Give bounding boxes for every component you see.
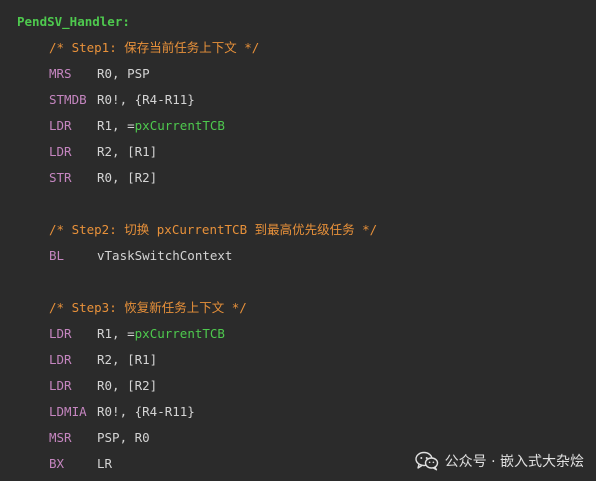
code-line-blank-1	[0, 191, 596, 217]
code-line-ldr-2: LDR R2, [R1]	[0, 139, 596, 165]
code-line-msr: MSR PSP, R0	[0, 425, 596, 451]
symbol: pxCurrentTCB	[134, 326, 225, 341]
opcode: LDR	[49, 378, 72, 393]
operands: R0, [R2]	[97, 378, 158, 393]
operands: R1, =	[97, 326, 135, 341]
step2-comment: /* Step2: 切换 pxCurrentTCB 到最高优先级任务 */	[49, 222, 378, 237]
code-line-bl: BL vTaskSwitchContext	[0, 243, 596, 269]
symbol: pxCurrentTCB	[134, 118, 225, 133]
code-line-ldr-3: LDR R1, =pxCurrentTCB	[0, 321, 596, 347]
opcode: LDR	[49, 118, 72, 133]
code-line-stmdb: STMDB R0!, {R4-R11}	[0, 87, 596, 113]
operands: LR	[97, 456, 113, 471]
code-block: PendSV_Handler: /* Step1: 保存当前任务上下文 */ M…	[0, 0, 596, 481]
opcode: MSR	[49, 430, 72, 445]
opcode: BL	[49, 248, 65, 263]
operands: PSP, R0	[97, 430, 150, 445]
code-line-ldmia: LDMIA R0!, {R4-R11}	[0, 399, 596, 425]
opcode: STR	[49, 170, 72, 185]
operands: R0, [R2]	[97, 170, 158, 185]
code-line-label: PendSV_Handler:	[0, 9, 596, 35]
code-line-ldr-5: LDR R0, [R2]	[0, 373, 596, 399]
step1-comment: /* Step1: 保存当前任务上下文 */	[49, 40, 260, 55]
code-line-comment-step1: /* Step1: 保存当前任务上下文 */	[0, 35, 596, 61]
code-line-ldr-1: LDR R1, =pxCurrentTCB	[0, 113, 596, 139]
operands: R2, [R1]	[97, 352, 158, 367]
opcode: LDMIA	[49, 404, 87, 419]
step3-comment: /* Step3: 恢复新任务上下文 */	[49, 300, 247, 315]
operands: R1, =	[97, 118, 135, 133]
opcode: MRS	[49, 66, 72, 81]
opcode: STMDB	[49, 92, 87, 107]
operands: R0, PSP	[97, 66, 150, 81]
operands: R2, [R1]	[97, 144, 158, 159]
handler-label: PendSV_Handler:	[17, 14, 130, 29]
code-line-comment-step3: /* Step3: 恢复新任务上下文 */	[0, 295, 596, 321]
operands: R0!, {R4-R11}	[97, 404, 195, 419]
opcode: LDR	[49, 326, 72, 341]
code-line-ldr-4: LDR R2, [R1]	[0, 347, 596, 373]
code-line-mrs: MRS R0, PSP	[0, 61, 596, 87]
code-line-comment-step2: /* Step2: 切换 pxCurrentTCB 到最高优先级任务 */	[0, 217, 596, 243]
opcode: LDR	[49, 144, 72, 159]
code-line-blank-2	[0, 269, 596, 295]
opcode: BX	[49, 456, 65, 471]
watermark-text: 公众号 · 嵌入式大杂烩	[444, 454, 584, 470]
opcode: LDR	[49, 352, 72, 367]
operands: R0!, {R4-R11}	[97, 92, 195, 107]
code-line-str: STR R0, [R2]	[0, 165, 596, 191]
watermark: 公众号 · 嵌入式大杂烩	[414, 451, 584, 471]
operands: vTaskSwitchContext	[97, 248, 233, 263]
wechat-icon	[414, 451, 438, 471]
